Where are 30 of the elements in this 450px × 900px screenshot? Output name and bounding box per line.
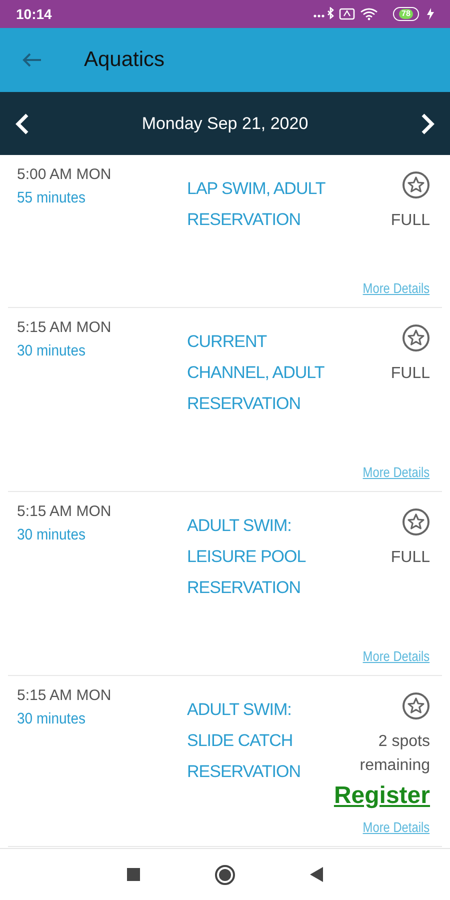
availability-status: FULL: [390, 364, 430, 384]
session-duration: 55 minutes: [17, 187, 86, 208]
screen-title: Aquatics: [84, 47, 165, 74]
session-title[interactable]: LAP SWIM, ADULT RESERVATION: [187, 173, 337, 235]
recents-button[interactable]: [126, 868, 140, 881]
more-details-link[interactable]: More Details: [363, 647, 430, 665]
back-button[interactable]: [310, 867, 324, 882]
session-title[interactable]: ADULT SWIM: LEISURE POOL RESERVATION: [187, 510, 337, 603]
current-date: Monday Sep 21, 2020: [142, 112, 308, 135]
availability-status: FULL: [390, 548, 430, 568]
battery-level: 78: [398, 9, 414, 19]
more-details-link[interactable]: More Details: [363, 279, 430, 297]
charging-icon: [427, 8, 434, 20]
session-time: 5:15 AM MON: [17, 318, 112, 338]
back-arrow-icon: [22, 52, 42, 68]
session-duration: 30 minutes: [17, 340, 86, 361]
more-details-link[interactable]: More Details: [363, 818, 430, 836]
session-time: 5:15 AM MON: [17, 502, 112, 522]
session-time: 5:15 AM MON: [17, 686, 112, 706]
session-title[interactable]: CURRENT CHANNEL, ADULT RESERVATION: [187, 326, 337, 419]
more-details-link[interactable]: More Details: [363, 463, 430, 481]
session-duration: 30 minutes: [17, 524, 86, 545]
availability-status: 2 spots remaining: [358, 732, 430, 776]
home-button[interactable]: [214, 864, 234, 884]
status-time: 10:14: [16, 4, 52, 24]
chevron-left-icon: [15, 112, 29, 134]
chevron-right-icon: [420, 112, 435, 134]
session-time: 5:00 AM MON: [17, 165, 112, 185]
session-duration: 30 minutes: [17, 708, 86, 729]
availability-status: FULL: [390, 211, 430, 231]
